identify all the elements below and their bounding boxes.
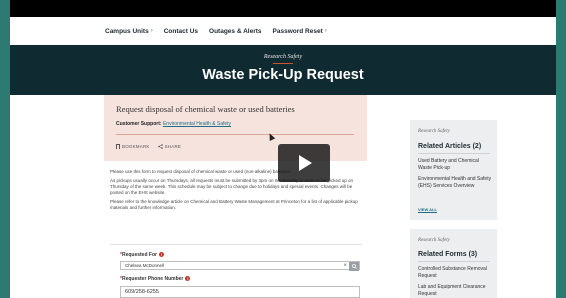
related-forms-kicker: Research Safety xyxy=(418,238,450,243)
main-nav: Campus Units › Contact Us Outages & Alert… xyxy=(10,17,556,45)
divider xyxy=(418,261,490,262)
clear-icon[interactable]: × xyxy=(343,262,347,271)
form-divider xyxy=(110,244,362,245)
video-play-button[interactable] xyxy=(278,144,330,182)
chevron-right-icon: › xyxy=(324,28,327,34)
chevron-right-icon: › xyxy=(150,28,153,34)
related-form-item[interactable]: Lab and Equipment Clearance Request xyxy=(418,284,493,297)
hero-kicker: Research Safety xyxy=(263,54,303,60)
related-forms-panel: Research Safety Related Forms (3) Contro… xyxy=(410,229,497,298)
divider xyxy=(418,153,490,154)
nav-contact-us[interactable]: Contact Us xyxy=(164,28,198,35)
related-articles-kicker: Research Safety xyxy=(418,129,450,134)
share-icon xyxy=(157,144,163,149)
support-link[interactable]: Environmental Health & Safety xyxy=(163,121,231,127)
related-article-item[interactable]: Used Battery and Chemical Waste Pick-up xyxy=(418,158,493,171)
customer-support: Customer Support: Environmental Health &… xyxy=(116,121,232,127)
lookup-button[interactable] xyxy=(349,262,359,271)
nav-campus-units[interactable]: Campus Units › xyxy=(105,28,153,35)
phone-label: *Requester Phone Number! xyxy=(120,276,191,282)
required-icon: ! xyxy=(185,276,191,282)
nav-outages-alerts[interactable]: Outages & Alerts xyxy=(209,28,262,35)
related-form-item[interactable]: Controlled Substance Removal Request xyxy=(418,266,493,279)
hero-accent-line xyxy=(273,63,293,64)
play-icon xyxy=(299,155,312,171)
bookmark-icon xyxy=(116,144,120,149)
phone-input[interactable]: 609/258-6255 xyxy=(120,286,360,298)
instructions-p3: Please refer to the knowledge article on… xyxy=(110,199,358,210)
nav-password-reset[interactable]: Password Reset › xyxy=(273,28,327,35)
related-forms-title: Related Forms (3) xyxy=(418,251,478,258)
requested-for-field[interactable]: Chelsea McDonnell × xyxy=(120,261,360,271)
related-article-item[interactable]: Environmental Health and Safety (EHS) Se… xyxy=(418,176,493,189)
top-black-bar xyxy=(10,0,556,17)
related-articles-title: Related Articles (2) xyxy=(418,143,482,150)
card-actions: BOOKMARK SHARE xyxy=(116,144,181,149)
bookmark-button[interactable]: BOOKMARK xyxy=(116,144,150,149)
required-icon: ! xyxy=(158,252,164,258)
page-title: Waste Pick-Up Request xyxy=(202,67,364,83)
request-summary-title: Request disposal of chemical waste or us… xyxy=(116,104,295,114)
related-articles-panel: Research Safety Related Articles (2) Use… xyxy=(410,120,497,220)
requested-for-label: *Requested For! xyxy=(120,252,164,258)
page-frame: Campus Units › Contact Us Outages & Alert… xyxy=(10,0,556,298)
share-button[interactable]: SHARE xyxy=(157,144,182,149)
divider xyxy=(116,134,354,135)
hero-banner: Research Safety Waste Pick-Up Request xyxy=(10,45,556,95)
search-icon xyxy=(351,264,357,269)
view-all-link[interactable]: VIEW ALL xyxy=(418,207,437,212)
